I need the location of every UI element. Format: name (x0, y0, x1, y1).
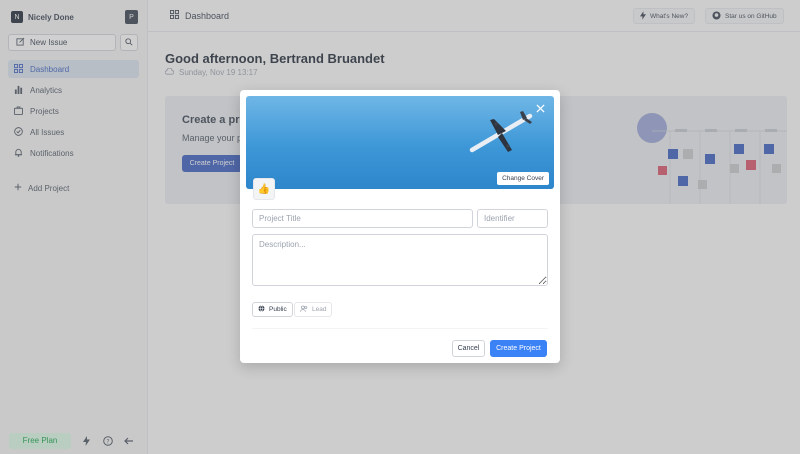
modal-divider (252, 328, 548, 329)
lead-select-button[interactable]: Lead (294, 302, 333, 317)
create-project-button[interactable]: Create Project (490, 340, 547, 357)
cover-image: Change Cover (246, 96, 554, 189)
project-title-input[interactable] (252, 209, 473, 228)
identifier-input[interactable] (477, 209, 548, 228)
create-project-modal: Change Cover 👍 Public Lead Cancel Create… (240, 90, 560, 363)
description-textarea[interactable] (252, 234, 548, 286)
users-icon (300, 305, 308, 314)
change-cover-button[interactable]: Change Cover (497, 172, 549, 185)
lead-label: Lead (312, 306, 327, 313)
public-label: Public (269, 306, 287, 313)
airplane-image (469, 111, 533, 153)
emoji-picker-button[interactable]: 👍 (253, 178, 275, 200)
network-public-button[interactable]: Public (252, 302, 293, 317)
close-icon (535, 103, 545, 115)
close-button[interactable] (534, 103, 546, 115)
cancel-button[interactable]: Cancel (452, 340, 485, 357)
globe-icon (258, 305, 265, 314)
